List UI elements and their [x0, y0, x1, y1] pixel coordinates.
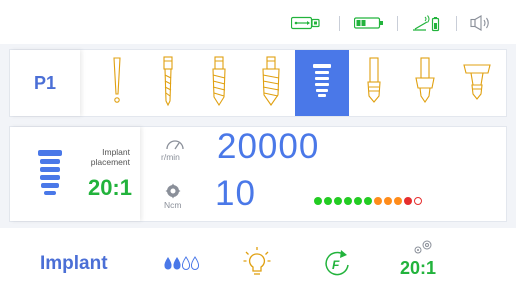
tool-selector-bar: P1: [9, 49, 507, 117]
torque-dot: [344, 197, 352, 205]
mode-ratio: 20:1: [87, 175, 132, 200]
torque-dot: [414, 197, 422, 205]
mode-name: Implant placement: [82, 147, 130, 167]
healing-abutment-icon: [413, 56, 437, 111]
irrigation-drops-icon[interactable]: [164, 256, 200, 275]
gear-ratio-icon: [412, 239, 434, 260]
implant-mode-icon: [36, 149, 64, 202]
usb-icon: [291, 15, 321, 31]
torque-dot: [374, 197, 382, 205]
torque-level-indicator: [314, 197, 422, 205]
tool-probe[interactable]: [90, 50, 144, 116]
speed-value: 20000: [217, 127, 320, 166]
program-label: P1: [33, 72, 57, 93]
tool-cover-screw[interactable]: [347, 50, 401, 116]
tool-healing-abutment[interactable]: [398, 50, 452, 116]
mode-label[interactable]: Implant: [40, 253, 108, 275]
torque-dot: [384, 197, 392, 205]
mode-name-line1: Implant: [102, 147, 130, 157]
ratio-label[interactable]: 20:1: [400, 258, 436, 279]
implant-icon: [310, 63, 334, 104]
cover-screw-icon: [364, 56, 384, 111]
info-panel: Implant placement 20:1 r/min 20000 Ncm 1…: [9, 126, 507, 222]
mode-name-line2: placement: [90, 157, 130, 167]
torque-dot: [364, 197, 372, 205]
status-bar: [0, 0, 516, 44]
svg-text:F: F: [332, 258, 340, 272]
speed-unit: r/min: [161, 152, 180, 162]
torque-dot: [314, 197, 322, 205]
abutment-icon: [462, 61, 492, 106]
tool-abutment[interactable]: [450, 50, 504, 116]
torque-dot: [394, 197, 402, 205]
twist-drill-icon: [209, 55, 229, 112]
tool-tap-drill[interactable]: [244, 50, 298, 116]
torque-unit: Ncm: [164, 200, 182, 210]
torque-dot: [334, 197, 342, 205]
tap-drill-icon: [260, 55, 282, 112]
probe-icon: [109, 56, 125, 111]
tool-pilot-drill[interactable]: [141, 50, 195, 116]
battery-icon: [354, 15, 386, 31]
torque-dot: [324, 197, 332, 205]
torque-dot: [354, 197, 362, 205]
pedal-battery-icon: [412, 15, 440, 32]
torque-dot: [404, 197, 412, 205]
mode-box[interactable]: Implant placement 20:1: [10, 127, 140, 221]
tool-twist-drill[interactable]: [192, 50, 246, 116]
program-button[interactable]: P1: [10, 50, 80, 116]
forward-rotation-icon[interactable]: F: [322, 249, 352, 284]
tool-implant[interactable]: [295, 50, 349, 116]
torque-value: 10: [215, 174, 256, 213]
bottom-bar: Implant F 20:1: [0, 228, 516, 299]
pilot-drill-icon: [160, 55, 176, 112]
speaker-icon[interactable]: [470, 15, 500, 31]
light-bulb-icon[interactable]: [243, 246, 271, 283]
